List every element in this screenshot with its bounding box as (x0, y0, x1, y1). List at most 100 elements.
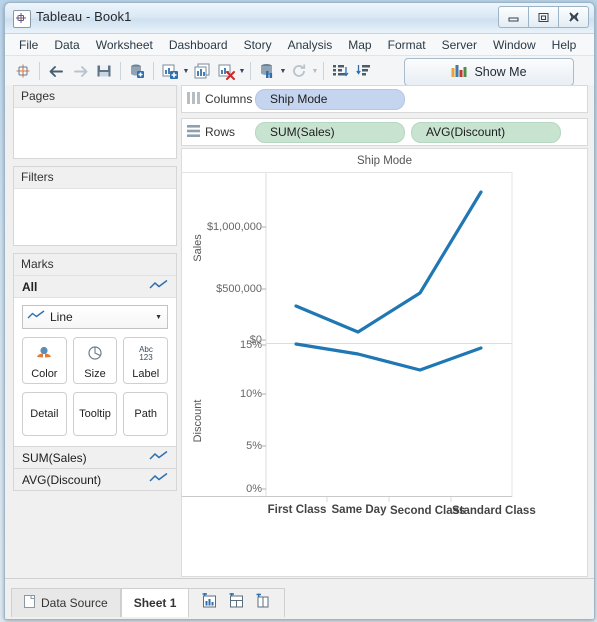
filters-card-title: Filters (14, 167, 176, 189)
new-story-tab-icon[interactable] (255, 593, 272, 614)
discount-panel: Discount 15% 10% 5% 0% (182, 337, 587, 522)
xtick-second-class: Second Class (390, 505, 466, 517)
menu-item-analysis[interactable]: Analysis (280, 36, 341, 54)
tab-sheet-1-label: Sheet 1 (133, 596, 177, 610)
rows-shelf-label-group: Rows (187, 124, 249, 140)
menu-item-window[interactable]: Window (485, 36, 544, 54)
tab-data-source-label: Data Source (41, 596, 108, 610)
marks-detail-label: Detail (30, 408, 59, 420)
mark-type-dropdown[interactable]: Line ▼ (22, 305, 168, 329)
menu-item-server[interactable]: Server (434, 36, 485, 54)
sort-descending-icon[interactable] (352, 59, 376, 83)
rows-icon (187, 124, 200, 140)
marks-tooltip-label: Tooltip (79, 408, 111, 420)
marks-all-row[interactable]: All (14, 276, 176, 298)
show-me-label: Show Me (474, 65, 527, 79)
tab-sheet-1[interactable]: Sheet 1 (120, 588, 190, 617)
new-worksheet-icon[interactable] (158, 59, 182, 83)
tableau-sparkle-icon[interactable] (11, 59, 35, 83)
new-dashboard-tab-icon[interactable] (228, 592, 245, 614)
refresh-dropdown-icon: ▼ (311, 67, 319, 75)
menu-item-data[interactable]: Data (46, 36, 87, 54)
marks-measure-sum-sales[interactable]: SUM(Sales) (14, 446, 176, 468)
marks-label-button[interactable]: Abc 123 Label (123, 337, 169, 384)
new-data-source-icon[interactable] (125, 59, 149, 83)
new-worksheet-dropdown-icon[interactable]: ▼ (182, 59, 190, 83)
minimize-icon[interactable] (498, 6, 529, 28)
clear-sheet-dropdown-icon[interactable]: ▼ (238, 59, 246, 83)
clear-sheet-icon[interactable] (214, 59, 238, 83)
filters-card: Filters (13, 166, 177, 246)
save-icon[interactable] (92, 59, 116, 83)
swap-dropdown-icon[interactable]: ▼ (279, 59, 287, 83)
tableau-window: Tableau - Book1 File Data Worksheet Dash… (4, 2, 595, 620)
work-area: Pages Filters Marks All Line ▼ Color Siz… (5, 85, 594, 579)
menu-item-worksheet[interactable]: Worksheet (88, 36, 161, 54)
tab-data-source[interactable]: Data Source (11, 588, 121, 617)
menu-item-help[interactable]: Help (544, 36, 585, 54)
marks-card-body: Line ▼ Color Size Abc 123 Label Detail T… (14, 298, 176, 446)
xtick-same-day: Same Day (331, 504, 387, 516)
swap-rows-columns-icon[interactable] (255, 59, 279, 83)
visualization-pane[interactable]: Ship Mode Sales $1,000,000 $500,000 $0 D… (181, 148, 588, 577)
tableau-logo-icon (13, 10, 31, 28)
back-arrow-icon[interactable] (44, 59, 68, 83)
svg-text:123: 123 (139, 353, 153, 362)
menu-bar: File Data Worksheet Dashboard Story Anal… (5, 34, 594, 56)
show-me-bars-icon (451, 64, 467, 81)
xtick-standard-class: Standard Class (452, 505, 536, 517)
marks-size-button[interactable]: Size (72, 337, 118, 384)
marks-button-row-1: Color Size Abc 123 Label (22, 337, 169, 384)
marks-tooltip-button[interactable]: Tooltip (72, 392, 118, 436)
window-controls (498, 6, 589, 28)
marks-detail-button[interactable]: Detail (22, 392, 67, 436)
line-mark-icon (27, 310, 45, 324)
pages-drop-zone[interactable] (14, 108, 176, 158)
pill-sum-sales[interactable]: SUM(Sales) (255, 121, 405, 143)
mark-type-value: Line (50, 310, 73, 324)
size-circle-icon (86, 338, 104, 368)
marks-color-label: Color (31, 368, 58, 380)
menu-item-format[interactable]: Format (380, 36, 434, 54)
abc-123-icon: Abc 123 (134, 338, 158, 368)
marks-button-row-2: Detail Tooltip Path (22, 392, 169, 436)
refresh-icon (287, 59, 311, 83)
marks-measure-label: SUM(Sales) (22, 450, 87, 465)
show-me-button[interactable]: Show Me (404, 58, 574, 86)
sort-ascending-icon[interactable] (328, 59, 352, 83)
marks-card: Marks All Line ▼ Color Size Abc 123 Labe… (13, 253, 177, 491)
xtick-first-class: First Class (267, 504, 327, 516)
marks-size-label: Size (84, 368, 106, 380)
sales-panel: Sales $1,000,000 $500,000 $0 (182, 172, 587, 346)
maximize-icon[interactable] (528, 6, 559, 28)
sidebar: Pages Filters Marks All Line ▼ Color Siz… (13, 85, 177, 577)
rows-shelf[interactable]: Rows SUM(Sales) AVG(Discount) (181, 118, 588, 146)
data-source-icon (24, 595, 35, 611)
new-worksheet-tab-icon[interactable] (201, 592, 218, 614)
marks-path-button[interactable]: Path (123, 392, 169, 436)
close-icon[interactable] (558, 6, 589, 28)
toolbar: ▼ ▼ ▼ ▼ Show Me (5, 56, 594, 87)
menu-item-map[interactable]: Map (340, 36, 379, 54)
viz-column-title: Ship Mode (357, 155, 412, 167)
menu-item-story[interactable]: Story (236, 36, 280, 54)
filters-drop-zone[interactable] (14, 189, 176, 245)
menu-item-file[interactable]: File (11, 36, 46, 54)
marks-measure-avg-discount[interactable]: AVG(Discount) (14, 468, 176, 490)
marks-label-label: Label (132, 368, 160, 380)
discount-chart-svg (182, 337, 513, 502)
columns-icon (187, 91, 200, 107)
marks-color-button[interactable]: Color (22, 337, 67, 384)
columns-label: Columns (205, 92, 253, 106)
marks-path-label: Path (134, 408, 157, 420)
chevron-down-icon: ▼ (155, 313, 162, 321)
menu-item-dashboard[interactable]: Dashboard (161, 36, 236, 54)
line-mark-icon (149, 472, 168, 487)
marks-card-title: Marks (14, 254, 176, 276)
columns-shelf[interactable]: Columns Ship Mode (181, 85, 588, 113)
pill-avg-discount[interactable]: AVG(Discount) (411, 121, 561, 143)
duplicate-sheet-icon[interactable] (190, 59, 214, 83)
pill-ship-mode[interactable]: Ship Mode (255, 88, 405, 110)
line-mark-icon (149, 450, 168, 465)
columns-shelf-label-group: Columns (187, 91, 253, 107)
